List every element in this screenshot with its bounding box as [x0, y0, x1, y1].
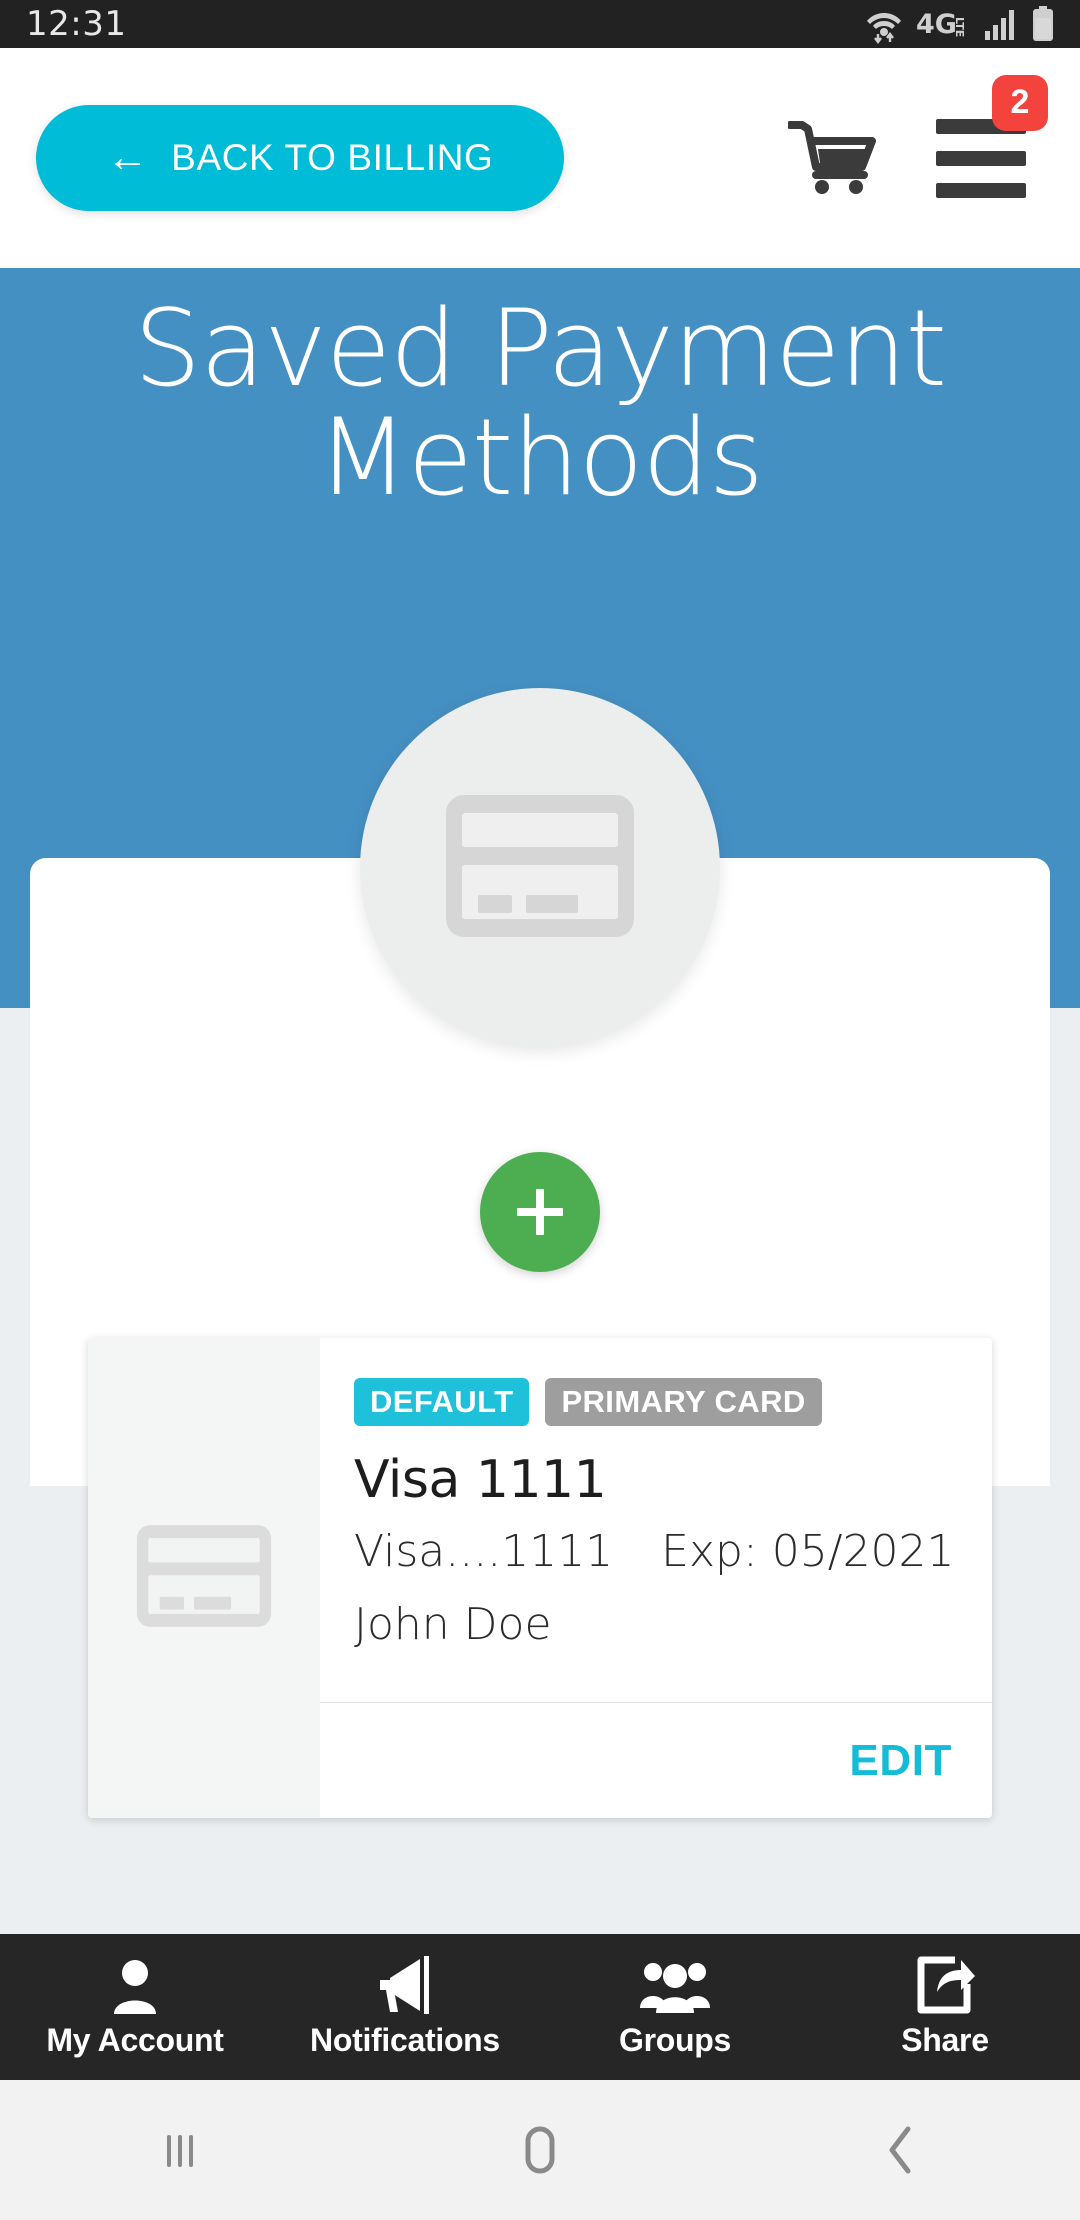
status-badge-default: DEFAULT	[354, 1378, 530, 1426]
arrow-left-icon: ←	[106, 132, 150, 180]
back-button[interactable]	[720, 2123, 1080, 2177]
back-to-billing-label: BACK TO BILLING	[171, 137, 494, 178]
nav-label: Notifications	[310, 2021, 500, 2058]
back-to-billing-button[interactable]: ← BACK TO BILLING	[36, 105, 564, 211]
card-holder-name: John Doe	[354, 1599, 552, 1650]
payment-method-card[interactable]: DEFAULT PRIMARY CARD Visa 1111 Visa....1…	[88, 1338, 992, 1818]
hamburger-bar	[936, 150, 1026, 166]
top-bar-actions: 2	[788, 74, 1048, 198]
4glte-icon: 4G LTE	[916, 7, 970, 41]
svg-text:4G: 4G	[916, 9, 957, 40]
nav-item-notifications[interactable]: Notifications	[270, 1934, 540, 2080]
back-icon	[878, 2123, 922, 2177]
card-expiry: Exp: 05/2021	[661, 1526, 955, 1577]
home-button[interactable]	[360, 2123, 720, 2177]
status-badge-primary: PRIMARY CARD	[545, 1378, 822, 1426]
phone-screen: 12:31 4G LTE ← BACK TO BILLING 2 Saved P…	[0, 0, 1080, 2220]
saved-card-avatar	[360, 688, 720, 1048]
nav-item-groups[interactable]: Groups	[540, 1934, 810, 2080]
megaphone-icon	[374, 1955, 436, 2014]
payment-method-badges: DEFAULT PRIMARY CARD	[354, 1378, 958, 1426]
battery-icon	[1032, 6, 1054, 42]
svg-text:LTE: LTE	[953, 17, 966, 37]
system-navigation-bar	[0, 2080, 1080, 2220]
add-payment-method-button[interactable]	[480, 1152, 600, 1272]
payment-method-body: DEFAULT PRIMARY CARD Visa 1111 Visa....1…	[320, 1338, 992, 1818]
nav-label: My Account	[46, 2021, 224, 2058]
payment-method-actions: EDIT	[320, 1702, 992, 1818]
person-icon	[106, 1956, 164, 2014]
signal-icon	[984, 7, 1018, 41]
home-icon	[515, 2123, 565, 2177]
hamburger-bar	[936, 182, 1026, 198]
nav-item-share[interactable]: Share	[810, 1934, 1080, 2080]
masked-card-number: Visa....1111	[354, 1526, 614, 1577]
recents-button[interactable]	[0, 2125, 360, 2175]
nav-label: Share	[901, 2021, 989, 2058]
credit-card-icon	[442, 791, 638, 946]
app-top-bar: ← BACK TO BILLING 2	[0, 48, 1080, 268]
payment-method-title: Visa 1111	[354, 1450, 607, 1510]
status-bar: 12:31 4G LTE	[0, 0, 1080, 48]
page-title: Saved Payment Methods	[133, 287, 947, 520]
wifi-icon	[866, 4, 902, 44]
payment-method-info: DEFAULT PRIMARY CARD Visa 1111 Visa....1…	[320, 1338, 992, 1702]
nav-item-my-account[interactable]: My Account	[0, 1934, 270, 2080]
edit-button[interactable]: EDIT	[849, 1736, 952, 1786]
bottom-navigation: My Account Notifications Groups Share	[0, 1934, 1080, 2080]
nav-label: Groups	[619, 2021, 731, 2058]
payment-method-subline: Visa....1111 Exp: 05/2021	[354, 1526, 958, 1577]
payment-method-thumbnail	[88, 1338, 320, 1818]
cart-icon[interactable]	[788, 119, 880, 197]
status-icon-group: 4G LTE	[866, 0, 1054, 48]
recents-icon	[155, 2125, 205, 2175]
status-time: 12:31	[26, 4, 127, 44]
share-icon	[915, 1956, 975, 2014]
menu-badge-count: 2	[992, 74, 1048, 131]
plus-icon	[517, 1189, 563, 1235]
credit-card-icon	[134, 1522, 274, 1635]
menu-button[interactable]: 2	[936, 74, 1048, 198]
people-icon	[637, 1956, 713, 2014]
